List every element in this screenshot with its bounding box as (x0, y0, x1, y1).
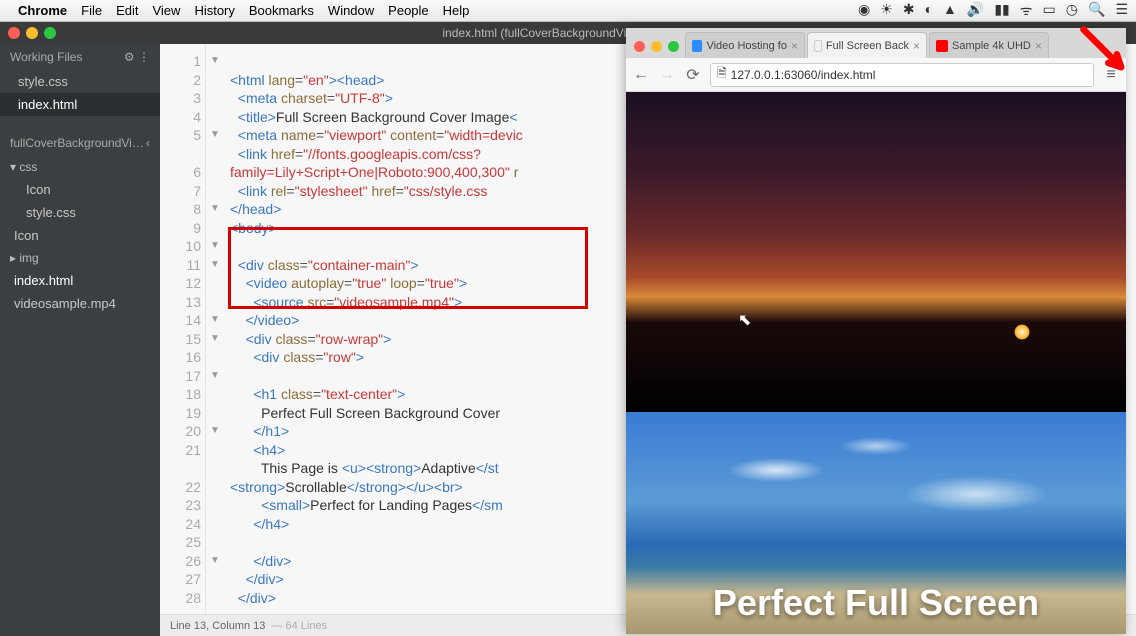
url-text: 127.0.0.1:63060/index.html (731, 68, 876, 82)
back-button[interactable]: ← (632, 66, 650, 84)
chrome-tabstrip: Video Hosting fo × Full Screen Back × Sa… (626, 28, 1126, 58)
menubar-status-icons: ◉ ☀ ✱ ◐ ▲ 🔊 ▮▮ ᯤ ▭ ◷ 🔍 ☰ (858, 1, 1128, 20)
working-file[interactable]: style.css (0, 70, 160, 93)
working-file[interactable]: index.html (0, 93, 160, 116)
window-controls (632, 41, 685, 58)
fold-gutter: ▼▼▼▼▼▼▼▼▼▼ (206, 44, 224, 614)
wifi-icon[interactable]: ᯤ (1020, 1, 1033, 20)
clouds-decoration (626, 422, 1126, 542)
minimize-icon[interactable] (651, 41, 662, 52)
favicon-icon (692, 40, 702, 52)
tree-folder[interactable]: ▸ img (0, 247, 160, 269)
annotation-arrow-icon (1078, 24, 1132, 78)
page-viewport: Perfect Full Screen ⬉ (626, 92, 1126, 634)
minimize-icon[interactable] (26, 27, 38, 39)
url-input[interactable]: 🗎 127.0.0.1:63060/index.html (710, 63, 1094, 87)
signal-icon[interactable]: ▮▮ (994, 1, 1009, 20)
chrome-window: Video Hosting fo × Full Screen Back × Sa… (626, 28, 1126, 634)
tab-label: Sample 4k UHD (952, 40, 1031, 52)
file-label: index.html (18, 97, 77, 112)
mouse-cursor-icon: ⬉ (738, 310, 751, 330)
tree-file[interactable]: style.css (0, 201, 160, 224)
menu-file[interactable]: File (81, 3, 102, 18)
close-icon[interactable] (634, 41, 645, 52)
maximize-icon[interactable] (44, 27, 56, 39)
chrome-toolbar: ← → ⟳ 🗎 127.0.0.1:63060/index.html ≡ (626, 58, 1126, 92)
forward-button[interactable]: → (658, 66, 676, 84)
menu-icon[interactable]: ☰ (1115, 1, 1128, 20)
close-tab-icon[interactable]: × (1035, 39, 1042, 53)
status-icon[interactable]: ☀ (880, 1, 893, 20)
working-files-label: Working Files (10, 50, 82, 64)
menu-bookmarks[interactable]: Bookmarks (249, 3, 314, 18)
project-label: fullCoverBackgroundVideo (10, 136, 146, 150)
browser-tab[interactable]: Full Screen Back × (807, 32, 927, 58)
menu-help[interactable]: Help (443, 3, 470, 18)
battery-icon[interactable]: ▭ (1043, 1, 1056, 20)
favicon-icon (936, 40, 948, 52)
line-gutter: 1234567891011121314151617181920212223242… (160, 44, 206, 614)
tree-file[interactable]: Icon (0, 178, 160, 201)
menu-history[interactable]: History (194, 3, 234, 18)
clock-icon[interactable]: ◷ (1066, 1, 1078, 20)
favicon-icon (814, 40, 822, 52)
menu-people[interactable]: People (388, 3, 428, 18)
project-header[interactable]: fullCoverBackgroundVideo ‹ (0, 130, 160, 156)
status-icon[interactable]: ◐ (925, 1, 933, 20)
line-count: — 64 Lines (271, 620, 327, 632)
working-files-header[interactable]: Working Files ⚙ ⋮ (0, 44, 160, 70)
gear-icon[interactable]: ⚙ ⋮ (124, 50, 150, 64)
video-frame-sunset (626, 92, 1126, 412)
brackets-sidebar: Working Files ⚙ ⋮ style.css index.html f… (0, 44, 160, 636)
app-name[interactable]: Chrome (18, 3, 67, 18)
file-label: style.css (18, 74, 68, 89)
reload-button[interactable]: ⟳ (684, 65, 702, 85)
mac-menubar: Chrome File Edit View History Bookmarks … (0, 0, 1136, 22)
tab-label: Video Hosting fo (706, 40, 787, 52)
chevron-icon: ‹ (146, 136, 150, 150)
close-tab-icon[interactable]: × (791, 39, 798, 53)
spotlight-icon[interactable]: 🔍 (1088, 1, 1105, 20)
close-tab-icon[interactable]: × (913, 39, 920, 53)
close-icon[interactable] (8, 27, 20, 39)
browser-tab[interactable]: Sample 4k UHD × (929, 32, 1049, 58)
menu-edit[interactable]: Edit (116, 3, 138, 18)
tree-file[interactable]: videosample.mp4 (0, 292, 160, 315)
browser-tab[interactable]: Video Hosting fo × (685, 32, 805, 58)
cursor-position: Line 13, Column 13 (170, 620, 265, 632)
hero-heading: Perfect Full Screen (626, 582, 1126, 624)
tree-file[interactable]: Icon (0, 224, 160, 247)
tab-label: Full Screen Back (826, 40, 909, 52)
status-icon[interactable]: ✱ (903, 1, 915, 20)
tree-file[interactable]: index.html (0, 269, 160, 292)
status-icon[interactable]: ◉ (858, 1, 870, 20)
drive-icon[interactable]: ▲ (943, 1, 957, 20)
volume-icon[interactable]: 🔊 (967, 1, 984, 20)
maximize-icon[interactable] (668, 41, 679, 52)
tree-folder[interactable]: ▾ css (0, 156, 160, 178)
menu-view[interactable]: View (152, 3, 180, 18)
page-icon: 🗎 (717, 64, 727, 85)
menu-window[interactable]: Window (328, 3, 374, 18)
